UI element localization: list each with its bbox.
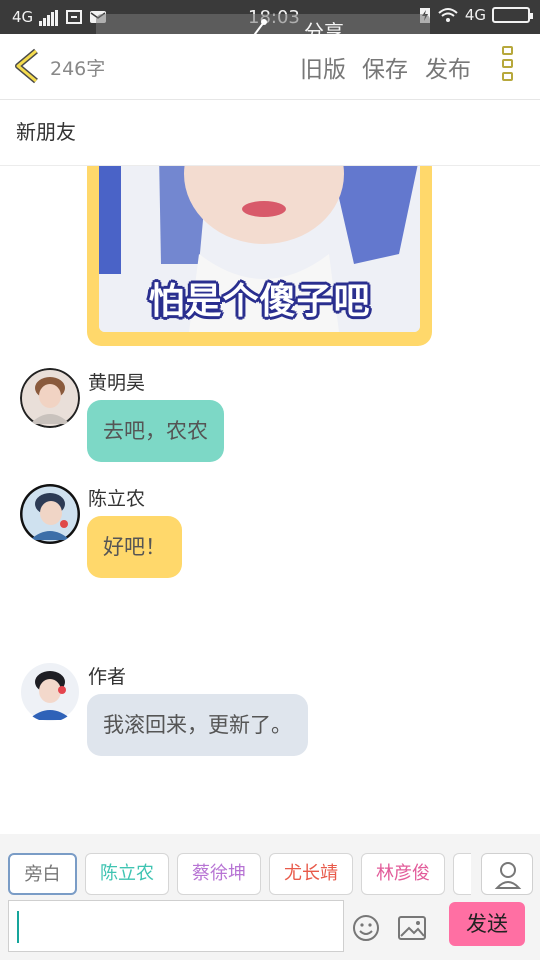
signal-icon — [39, 8, 59, 26]
send-button[interactable]: 发送 — [449, 902, 525, 946]
avatar-image — [21, 663, 79, 721]
sender-name: 作者 — [88, 666, 127, 688]
meme-image: 怕是个傻子吧 — [99, 166, 420, 332]
save-button[interactable]: 保存 — [362, 50, 408, 84]
avatar[interactable] — [20, 484, 80, 544]
network-label: 4G — [12, 8, 34, 26]
message-input[interactable] — [8, 900, 344, 952]
chevron-left-icon[interactable] — [12, 48, 42, 84]
chat-title-bar[interactable]: 新朋友 — [0, 100, 540, 166]
battery-icon — [492, 7, 533, 23]
message-bubble[interactable]: 好吧！ — [87, 516, 182, 578]
wifi-icon — [438, 8, 458, 22]
network-label-right: 4G — [464, 6, 486, 24]
sender-name: 陈立农 — [88, 488, 146, 510]
message-bubble[interactable]: 我滚回来，更新了。 — [87, 694, 308, 756]
avatar-image — [20, 484, 80, 544]
status-right: 4G — [419, 6, 533, 24]
role-chip[interactable]: 蔡徐坤 — [177, 853, 261, 895]
status-left: 4G — [12, 8, 107, 26]
meme-caption: 怕是个傻子吧 — [148, 281, 371, 322]
text-caret — [17, 911, 19, 943]
add-role-button[interactable] — [481, 853, 533, 895]
avatar[interactable] — [20, 368, 80, 428]
role-chip[interactable]: 陈立农 — [85, 853, 169, 895]
avatar-image — [20, 368, 80, 428]
role-chip-narrator[interactable]: 旁白 — [8, 853, 77, 895]
role-chip[interactable]: 林彦俊 — [361, 853, 445, 895]
role-chip-overflow[interactable] — [453, 853, 471, 895]
message-bubble[interactable]: 去吧，农农 — [87, 400, 224, 462]
chat-title[interactable]: 新朋友 — [16, 116, 76, 145]
publish-button[interactable]: 发布 — [425, 50, 471, 84]
screenshot-icon — [66, 10, 83, 24]
role-selector[interactable]: 旁白 陈立农 蔡徐坤 尤长靖 林彦俊 — [8, 853, 471, 895]
meme-image-message[interactable]: 怕是个傻子吧 — [87, 166, 432, 346]
old-version-button[interactable]: 旧版 — [300, 50, 346, 84]
image-icon[interactable] — [397, 914, 427, 942]
editor-header: 246字 旧版 保存 发布 — [0, 34, 540, 100]
message-list[interactable]: 怕是个傻子吧 黄明昊 去吧，农农 陈立农 好吧！ 作者 我滚回来，更新了。 — [0, 166, 540, 834]
kebab-menu-icon[interactable] — [502, 46, 516, 88]
role-chip[interactable]: 尤长靖 — [269, 853, 353, 895]
avatar[interactable] — [20, 662, 80, 722]
person-add-icon[interactable] — [482, 854, 534, 896]
composer-panel: 旁白 陈立农 蔡徐坤 尤长靖 林彦俊 发送 — [0, 834, 540, 960]
emoji-icon[interactable] — [352, 914, 380, 942]
sender-name: 黄明昊 — [88, 372, 146, 394]
word-count: 246字 — [50, 58, 106, 80]
